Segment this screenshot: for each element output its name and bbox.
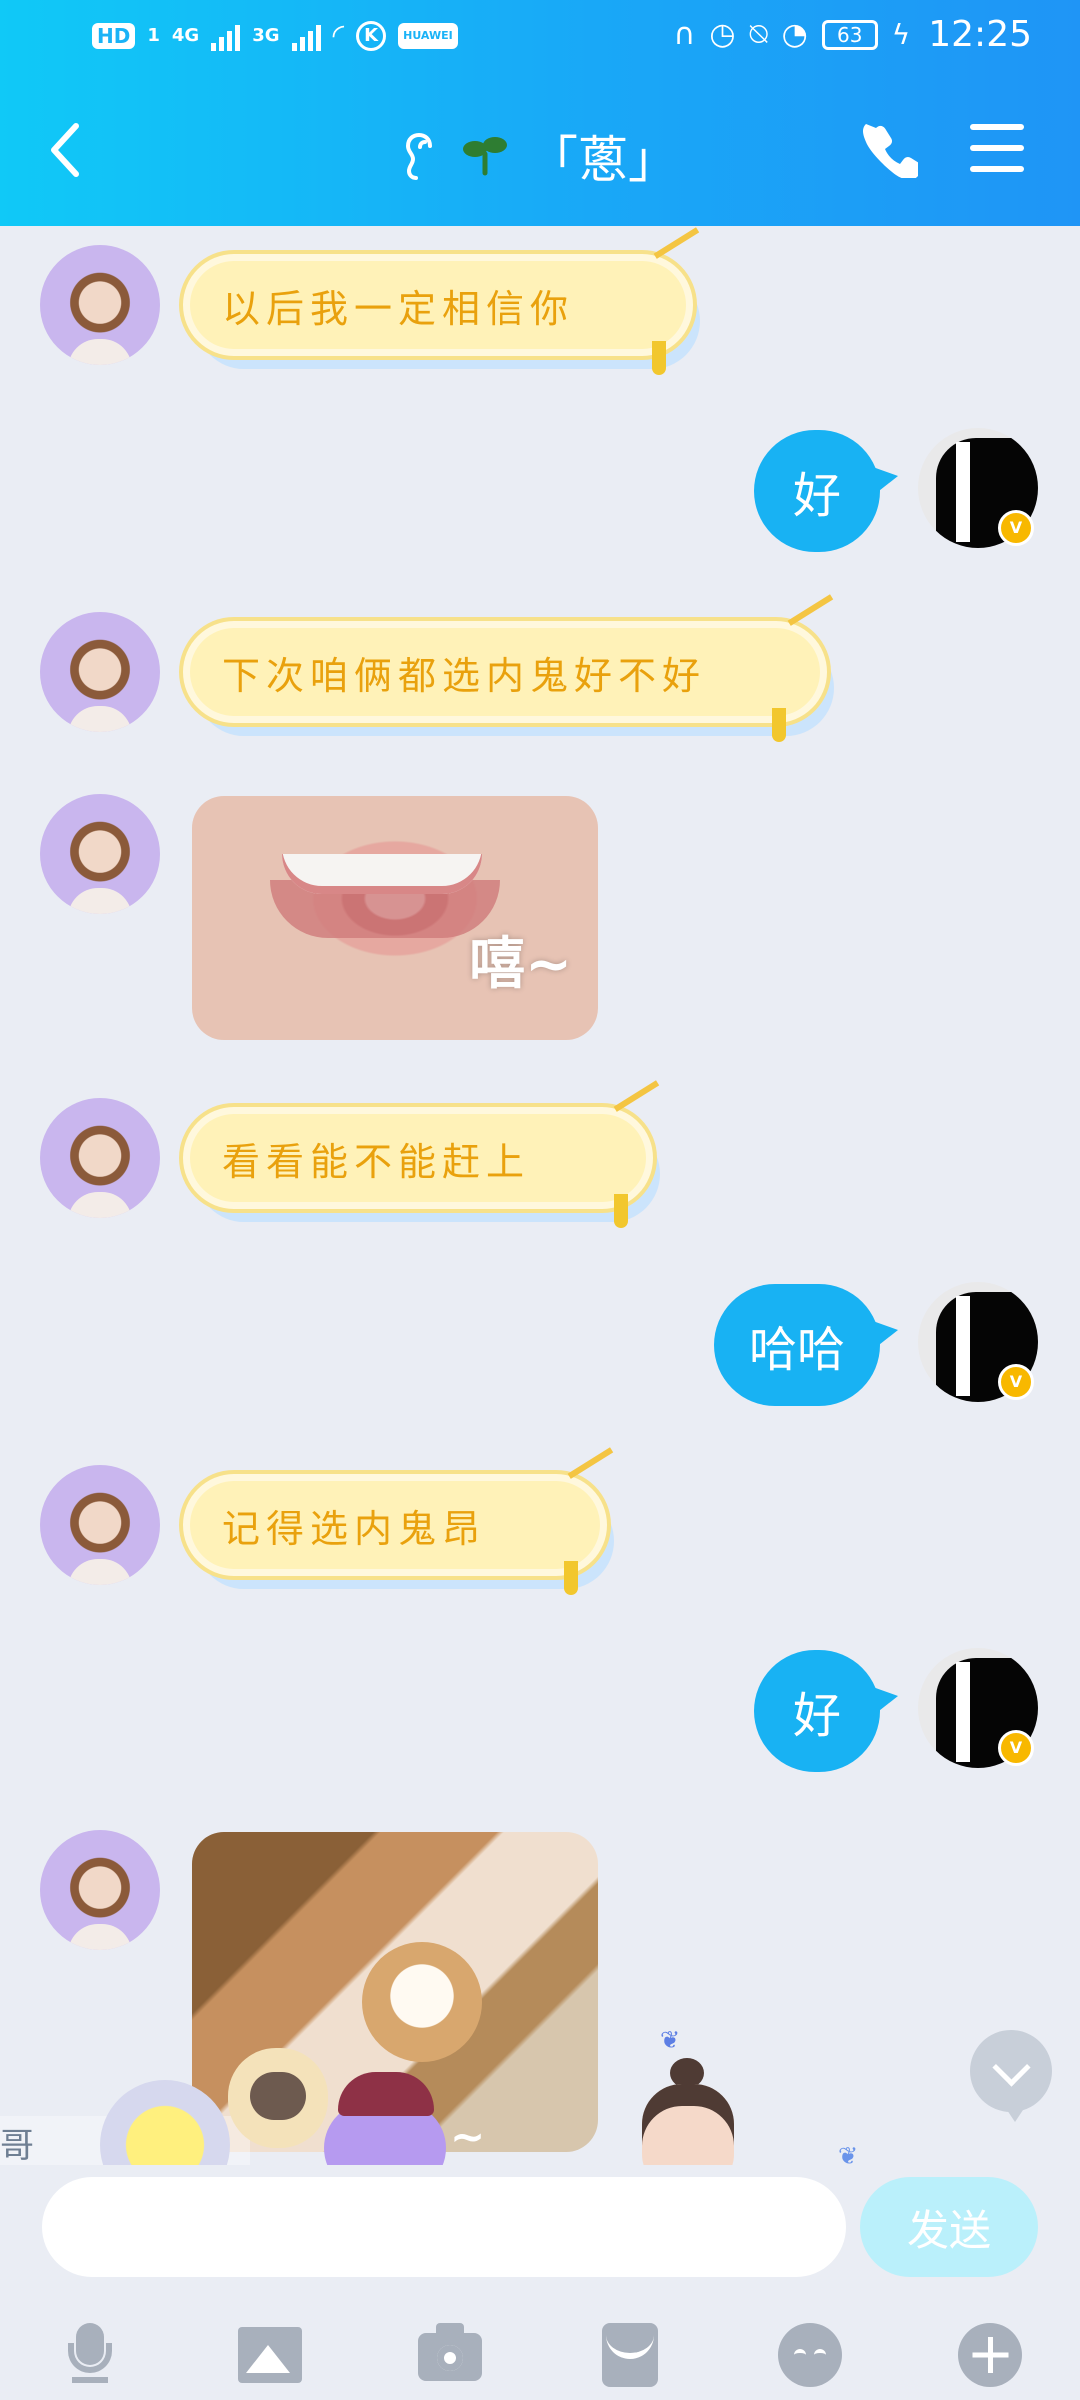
avatar-shirt — [956, 1662, 970, 1762]
message-text: 看看能不能赶上 — [222, 1139, 531, 1184]
huawei-app-icon: HUAWEI — [398, 22, 458, 49]
avatar-shirt — [956, 1296, 970, 1396]
bubble-sticks-decoration — [613, 1080, 681, 1146]
message-text: 记得选内鬼昂 — [222, 1506, 487, 1551]
red-packet-shape — [602, 2323, 658, 2387]
verified-badge-icon: V — [998, 1364, 1034, 1400]
image-message[interactable]: 嘻~ — [192, 796, 598, 1040]
message-text: 好 — [792, 468, 841, 524]
message-text: 下次咱俩都选内鬼好不好 — [222, 653, 707, 698]
message-text: 好 — [792, 1688, 841, 1744]
signal-icon — [291, 21, 321, 51]
pug-sticker — [228, 2048, 328, 2148]
alarm-icon: ◷ — [709, 17, 736, 52]
message-input[interactable] — [42, 2177, 846, 2277]
chat-navbar: 「蔥」 — [0, 90, 1080, 210]
red-packet-icon[interactable] — [594, 2319, 666, 2391]
teeth-shape — [282, 854, 482, 894]
mute-bell-icon: ⍉ — [749, 17, 768, 52]
message-composer: 发送 — [0, 2165, 1080, 2400]
app-header: HD 1 4G 3G ◜ K HUAWEI ∩ ◷ ⍉ ◔ 63 ϟ 12:25 — [0, 0, 1080, 226]
message-text: 以后我一定相信你 — [222, 286, 575, 331]
battery-icon: 63 — [821, 19, 878, 50]
pug-face — [250, 2072, 306, 2120]
contact-avatar[interactable] — [40, 1830, 160, 1950]
contact-avatar[interactable] — [40, 245, 160, 365]
message-text: 哈哈 — [748, 1322, 845, 1378]
network-3g-label: 3G — [252, 25, 280, 46]
emoji-icon[interactable] — [774, 2319, 846, 2391]
microphone-foot — [72, 2377, 108, 2383]
ear-icon — [405, 132, 432, 180]
bubble-sticks-decoration — [567, 1447, 635, 1513]
image-icon[interactable] — [234, 2319, 306, 2391]
microphone-icon[interactable] — [54, 2319, 126, 2391]
sticker-hat — [338, 2072, 434, 2116]
incoming-message-bubble[interactable]: 记得选内鬼昂 — [190, 1447, 635, 1595]
plus-shape — [958, 2323, 1022, 2387]
bubble-sticks-decoration — [653, 227, 721, 293]
smile-photo: 嘻~ — [192, 796, 598, 1040]
network-4g-label: 4G — [171, 25, 200, 46]
contact-avatar[interactable] — [40, 1465, 160, 1585]
status-right-icons: ∩ ◷ ⍉ ◔ 63 ϟ 12:25 — [673, 14, 1032, 55]
verified-badge-icon: V — [998, 510, 1034, 546]
outgoing-message-bubble[interactable]: 哈哈 — [714, 1284, 898, 1406]
send-button[interactable]: 发送 — [860, 2177, 1038, 2277]
camera-icon[interactable] — [414, 2319, 486, 2391]
bubble-drip-decoration — [652, 341, 666, 375]
status-left-icons: HD 1 4G 3G ◜ K HUAWEI — [92, 18, 458, 53]
phone-icon[interactable] — [858, 118, 918, 178]
avatar-shirt — [956, 442, 970, 542]
outgoing-message-bubble[interactable]: 好 — [754, 430, 898, 552]
contact-avatar[interactable] — [40, 612, 160, 732]
bubble-drip-decoration — [564, 1561, 578, 1595]
wifi-icon: ◜ — [332, 18, 345, 53]
charging-icon: ϟ — [891, 18, 911, 51]
speed-icon: ◔ — [781, 17, 808, 52]
chat-title: 「蔥」 — [528, 131, 678, 189]
sim-slot-label: 1 — [147, 25, 160, 46]
signal-icon — [211, 21, 241, 51]
bubble-sticks-decoration — [787, 594, 855, 660]
hd-badge: HD — [92, 22, 136, 49]
microphone-stand — [68, 2343, 112, 2373]
incoming-message-bubble[interactable]: 看看能不能赶上 — [190, 1080, 681, 1228]
outgoing-message-bubble[interactable]: 好 — [754, 1650, 898, 1772]
k-app-icon: K — [356, 20, 387, 51]
menu-icon[interactable] — [970, 124, 1024, 172]
camera-shape — [418, 2323, 482, 2381]
input-toolbar — [0, 2295, 1080, 2395]
status-time: 12:25 — [928, 14, 1032, 55]
sticker-overlay: 哥 ~ ❦ ❦ — [0, 2020, 1080, 2210]
incoming-message-bubble[interactable]: 以后我一定相信你 — [190, 227, 721, 375]
sticker-tilde: ~ — [450, 2112, 486, 2161]
bubble-drip-decoration — [772, 708, 786, 742]
image-caption: 嘻~ — [469, 932, 572, 997]
bubble-drip-decoration — [614, 1194, 628, 1228]
sprout-icon — [463, 137, 507, 176]
incoming-message-bubble[interactable]: 下次咱俩都选内鬼好不好 — [190, 594, 855, 742]
chat-title-group[interactable]: 「蔥」 — [0, 120, 1080, 192]
status-bar: HD 1 4G 3G ◜ K HUAWEI ∩ ◷ ⍉ ◔ 63 ϟ 12:25 — [0, 0, 1080, 80]
image-shape — [238, 2327, 302, 2383]
scroll-down-button[interactable] — [970, 2030, 1052, 2122]
headset-icon: ∩ — [673, 17, 696, 52]
side-label: 哥 — [0, 2126, 34, 2166]
contact-avatar[interactable] — [40, 1098, 160, 1218]
contact-avatar[interactable] — [40, 794, 160, 914]
emoji-face — [778, 2323, 842, 2387]
plus-icon[interactable] — [954, 2319, 1026, 2391]
verified-badge-icon: V — [998, 1730, 1034, 1766]
